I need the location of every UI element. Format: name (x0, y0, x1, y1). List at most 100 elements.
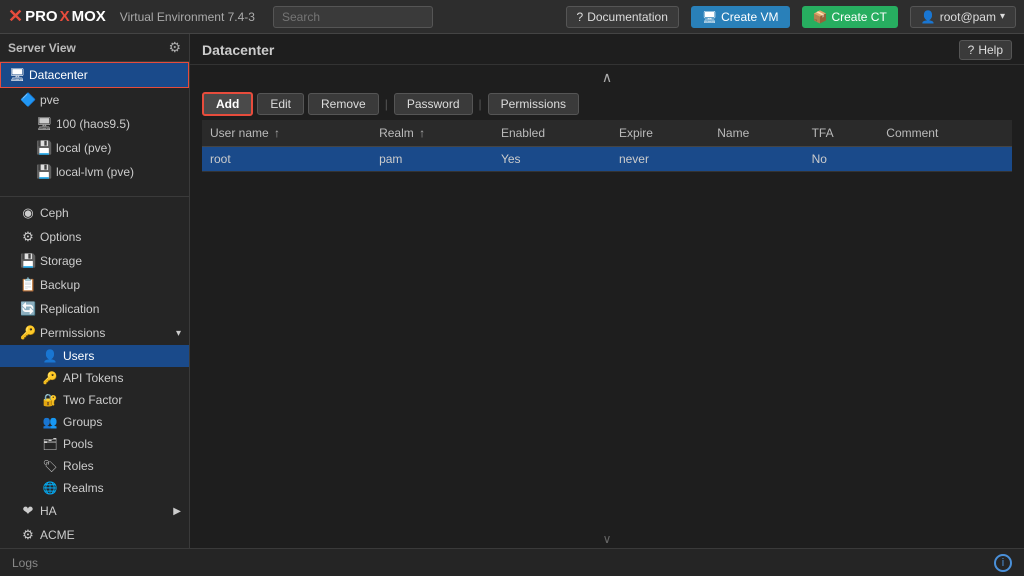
content-area: Datacenter ? Help ∧ Add Edit Remove | Pa… (190, 34, 1024, 548)
sidebar-item-options[interactable]: ⚙ Options (0, 225, 189, 249)
scroll-down-arrow: ∨ (603, 532, 612, 546)
main-area: Server View ⚙ 🖥 Datacenter 🔷 pve 🖥 100 (… (0, 34, 1024, 548)
lvm-icon: 💾 (36, 164, 52, 180)
chevron-down-icon: ▾ (1000, 11, 1005, 22)
help-button[interactable]: ? Help (959, 40, 1012, 60)
sidebar-gear-icon[interactable]: ⚙ (168, 39, 181, 56)
storage-menu-icon: 💾 (20, 253, 36, 269)
create-vm-button[interactable]: 🖥 Create VM (691, 6, 790, 28)
backup-icon: 📋 (20, 277, 36, 293)
sidebar-item-pve[interactable]: 🔷 pve (0, 88, 189, 112)
content-header: Datacenter ? Help (190, 34, 1024, 65)
sort-realm-icon: ↑ (419, 126, 425, 140)
logo: ✕ PROXMOX (8, 6, 106, 27)
sidebar-item-two-factor[interactable]: 🔐 Two Factor (0, 389, 189, 411)
app-title: Virtual Environment 7.4-3 (120, 10, 255, 24)
user-icon: 👤 (921, 10, 936, 24)
separator-2: | (479, 97, 482, 111)
col-comment[interactable]: Comment (878, 120, 1012, 147)
replication-icon: 🔄 (20, 301, 36, 317)
table-row[interactable]: root pam Yes never No (202, 147, 1012, 172)
table-area: User name ↑ Realm ↑ Enabled Expire (190, 120, 1024, 530)
vm-icon: 🖥 (36, 116, 52, 132)
col-expire[interactable]: Expire (611, 120, 709, 147)
sidebar-item-groups[interactable]: 👥 Groups (0, 411, 189, 433)
sidebar-title: Server View (8, 41, 76, 55)
options-icon: ⚙ (20, 229, 36, 245)
user-menu-button[interactable]: 👤 root@pam ▾ (910, 6, 1016, 28)
sidebar-item-local-pve[interactable]: 💾 local (pve) (0, 136, 189, 160)
content-scroll-down: ∨ (190, 530, 1024, 548)
cell-username: root (202, 147, 371, 172)
permissions-expand-icon: ▾ (176, 328, 181, 339)
pve-icon: 🔷 (20, 92, 36, 108)
question-icon: ? (577, 10, 584, 24)
two-factor-icon: 🔐 (42, 393, 58, 407)
col-realm[interactable]: Realm ↑ (371, 120, 493, 147)
cell-enabled: Yes (493, 147, 611, 172)
topbar: ✕ PROXMOX Virtual Environment 7.4-3 ? Do… (0, 0, 1024, 34)
edit-button[interactable]: Edit (257, 93, 304, 115)
container-icon: 📦 (813, 10, 828, 24)
sidebar-item-100[interactable]: 🖥 100 (haos9.5) (0, 112, 189, 136)
table-header-row: User name ↑ Realm ↑ Enabled Expire (202, 120, 1012, 147)
col-tfa[interactable]: TFA (804, 120, 879, 147)
col-name[interactable]: Name (709, 120, 803, 147)
storage-icon: 💾 (36, 140, 52, 156)
sidebar-item-backup[interactable]: 📋 Backup (0, 273, 189, 297)
pools-icon: 🗂 (42, 437, 58, 451)
acme-icon: ⚙ (20, 527, 36, 543)
groups-icon: 👥 (42, 415, 58, 429)
logo-ox: X (60, 8, 70, 25)
sidebar-tree: 🖥 Datacenter 🔷 pve 🖥 100 (haos9.5) 💾 loc… (0, 62, 189, 548)
bottombar: Logs i (0, 548, 1024, 576)
cell-comment (878, 147, 1012, 172)
toolbar: Add Edit Remove | Password | Permissions (190, 88, 1024, 120)
sidebar-item-roles[interactable]: 🏷 Roles (0, 455, 189, 477)
sidebar-item-ceph[interactable]: ◉ Ceph (0, 201, 189, 225)
sidebar-item-api-tokens[interactable]: 🔑 API Tokens (0, 367, 189, 389)
password-button[interactable]: Password (394, 93, 473, 115)
nav-up-arrow[interactable]: ∧ (598, 69, 616, 86)
sidebar: Server View ⚙ 🖥 Datacenter 🔷 pve 🖥 100 (… (0, 34, 190, 548)
sidebar-item-datacenter[interactable]: 🖥 Datacenter (0, 62, 189, 88)
info-icon[interactable]: i (994, 554, 1012, 572)
sidebar-item-ha[interactable]: ❤ HA ▶ (0, 499, 189, 523)
monitor-icon: 🖥 (702, 10, 717, 24)
sidebar-item-acme[interactable]: ⚙ ACME (0, 523, 189, 547)
sidebar-item-local-lvm[interactable]: 💾 local-lvm (pve) (0, 160, 189, 184)
sidebar-item-pools[interactable]: 🗂 Pools (0, 433, 189, 455)
create-ct-button[interactable]: 📦 Create CT (802, 6, 898, 28)
search-input[interactable] (273, 6, 433, 28)
sidebar-item-permissions[interactable]: 🔑 Permissions ▾ (0, 321, 189, 345)
logo-mox: MOX (72, 8, 106, 25)
ha-icon: ❤ (20, 503, 36, 519)
sidebar-header: Server View ⚙ (0, 34, 189, 62)
permissions-icon: 🔑 (20, 325, 36, 341)
sort-username-icon: ↑ (274, 126, 280, 140)
col-enabled[interactable]: Enabled (493, 120, 611, 147)
remove-button[interactable]: Remove (308, 93, 379, 115)
cell-name (709, 147, 803, 172)
help-icon: ? (968, 43, 975, 57)
permissions-button[interactable]: Permissions (488, 93, 579, 115)
add-button[interactable]: Add (202, 92, 253, 116)
realms-icon: 🌐 (42, 481, 58, 495)
col-username[interactable]: User name ↑ (202, 120, 371, 147)
page-title: Datacenter (202, 42, 274, 58)
documentation-button[interactable]: ? Documentation (566, 6, 679, 28)
logs-label[interactable]: Logs (12, 556, 38, 570)
sidebar-item-users[interactable]: 👤 Users (0, 345, 189, 367)
users-table: User name ↑ Realm ↑ Enabled Expire (202, 120, 1012, 172)
sidebar-item-replication[interactable]: 🔄 Replication (0, 297, 189, 321)
table-header: User name ↑ Realm ↑ Enabled Expire (202, 120, 1012, 147)
logo-x: ✕ (8, 6, 23, 27)
datacenter-icon: 🖥 (9, 67, 25, 83)
ha-expand-icon: ▶ (173, 506, 181, 517)
sidebar-item-realms[interactable]: 🌐 Realms (0, 477, 189, 499)
ceph-icon: ◉ (20, 205, 36, 221)
logo-proxmox: PRO (25, 8, 58, 25)
sidebar-item-storage[interactable]: 💾 Storage (0, 249, 189, 273)
nav-arrows: ∧ (190, 65, 1024, 88)
separator-1: | (385, 97, 388, 111)
